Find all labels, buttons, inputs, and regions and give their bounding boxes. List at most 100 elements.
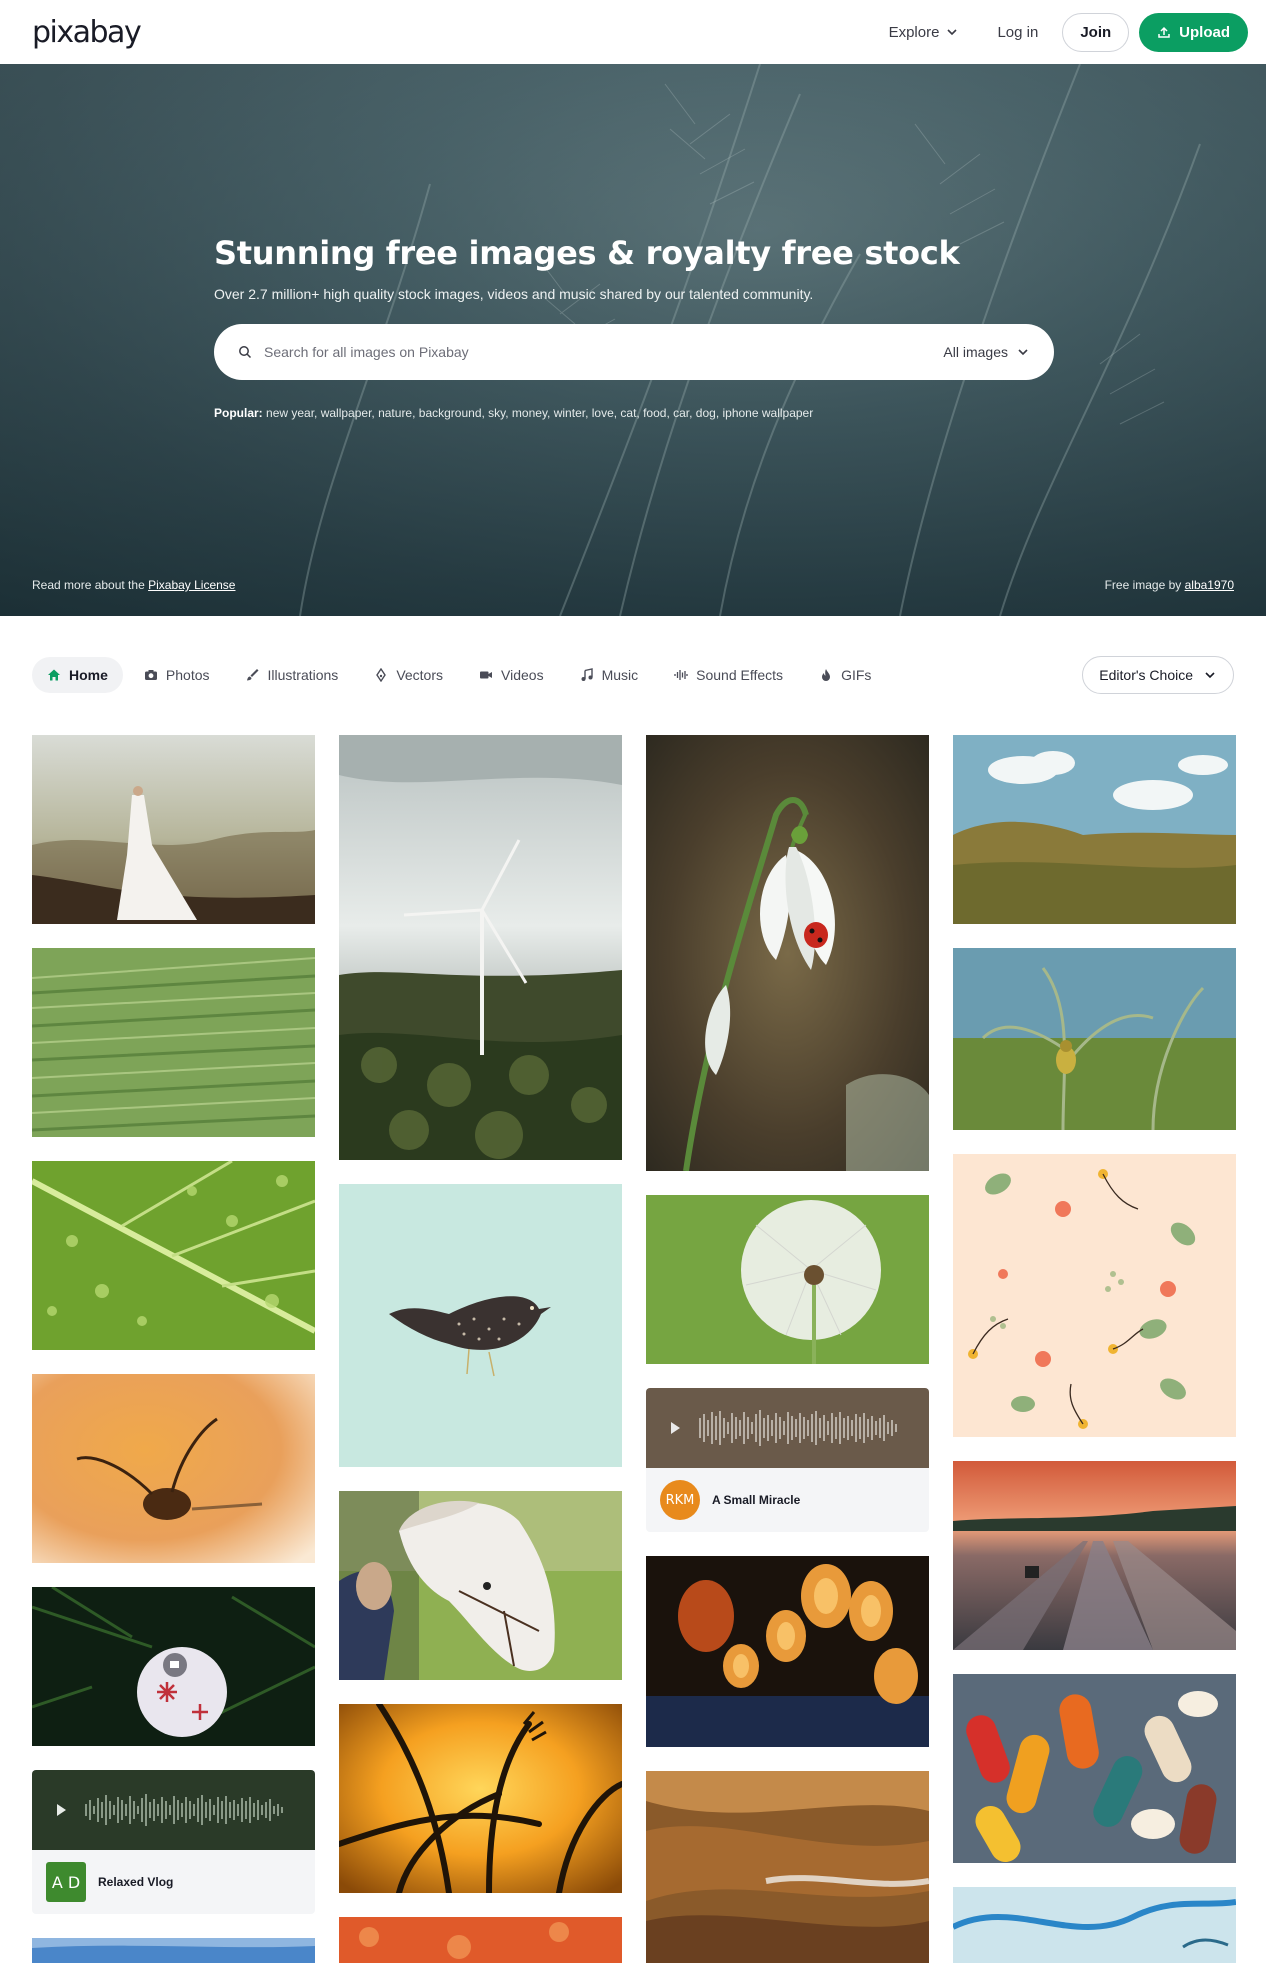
tab-vectors[interactable]: Vectors <box>359 657 458 693</box>
image-reed-silhouette[interactable] <box>339 1704 622 1893</box>
tab-music[interactable]: Music <box>565 657 654 693</box>
search-bar: All images <box>214 324 1054 380</box>
image-leaf-droplets[interactable] <box>32 1161 315 1350</box>
snowdrop-photo <box>646 735 929 1171</box>
highway-photo <box>953 1461 1236 1650</box>
upload-button[interactable]: Upload <box>1139 12 1248 52</box>
waveform-graphic <box>699 1410 897 1446</box>
audio-info: RKM A Small Miracle <box>646 1468 929 1532</box>
play-icon[interactable] <box>52 1801 70 1819</box>
image-beetle[interactable] <box>32 1374 315 1563</box>
pen-nib-icon <box>376 668 387 682</box>
image-highway-sunset[interactable] <box>953 1461 1236 1650</box>
lanterns-photo <box>646 1556 929 1747</box>
tab-videos[interactable]: Videos <box>464 657 559 693</box>
image-floral-pattern[interactable] <box>953 1154 1236 1437</box>
tab-gifs[interactable]: GIFs <box>804 657 886 693</box>
search-type-label: All images <box>943 344 1008 360</box>
tab-sound-effects[interactable]: Sound Effects <box>659 657 798 693</box>
chevron-down-icon <box>1018 349 1028 356</box>
image-dandelion[interactable] <box>646 1195 929 1364</box>
image-christmas-ornament[interactable] <box>32 1587 315 1746</box>
autumn-photo <box>339 1917 622 1963</box>
hero-content: Stunning free images & royalty free stoc… <box>214 234 1054 420</box>
ornament-photo <box>32 1587 315 1746</box>
pixabay-logo[interactable]: pixabay <box>32 15 142 50</box>
search-input[interactable] <box>264 344 944 360</box>
bride-photo <box>32 735 315 924</box>
hero-subtitle: Over 2.7 million+ high quality stock ima… <box>214 286 814 302</box>
join-button[interactable]: Join <box>1062 12 1130 52</box>
popular-searches: Popular: new year, wallpaper, nature, ba… <box>214 406 1054 420</box>
image-grassy-hill-sky[interactable] <box>953 735 1236 924</box>
tab-label: Vectors <box>396 667 444 683</box>
image-wind-turbine[interactable] <box>339 735 622 1160</box>
bird-illustration <box>339 1184 622 1467</box>
hero-title: Stunning free images & royalty free stoc… <box>214 234 960 272</box>
image-bird-illustration[interactable] <box>339 1184 622 1467</box>
top-navigation-bar: pixabay Explore Log in Join Upload <box>0 0 1280 64</box>
image-bride-in-mountains[interactable] <box>32 735 315 924</box>
image-blue-wave-illustration[interactable] <box>953 1887 1236 1963</box>
audio-thumbnail: RKM <box>660 1480 700 1520</box>
beetle-photo <box>32 1374 315 1563</box>
audio-title[interactable]: A Small Miracle <box>712 1493 800 1507</box>
sort-label: Editor's Choice <box>1099 667 1193 683</box>
license-note: Read more about the Pixabay License <box>32 578 235 592</box>
chevron-down-icon <box>947 29 958 36</box>
video-camera-icon <box>480 671 493 679</box>
explore-menu[interactable]: Explore <box>875 16 974 49</box>
audio-title[interactable]: Relaxed Vlog <box>98 1875 173 1889</box>
brush-icon <box>246 669 258 681</box>
sort-dropdown[interactable]: Editor's Choice <box>1082 656 1234 694</box>
upload-icon <box>1158 26 1170 38</box>
credit-user-link[interactable]: alba1970 <box>1185 578 1234 592</box>
audio-info: A D Relaxed Vlog <box>32 1850 315 1914</box>
image-pills[interactable] <box>953 1674 1236 1863</box>
image-autumn-partial[interactable] <box>339 1917 622 1963</box>
category-tabs: Home Photos Illustrations Vectors Videos… <box>32 655 1234 695</box>
audio-card-relaxed-vlog[interactable]: A D Relaxed Vlog <box>32 1770 315 1914</box>
license-prefix: Read more about the <box>32 578 145 592</box>
image-snowdrop-ladybug[interactable] <box>646 735 929 1171</box>
floral-pattern-illustration <box>953 1154 1236 1437</box>
chevron-down-icon <box>1205 672 1215 679</box>
image-bird-on-grass[interactable] <box>953 948 1236 1130</box>
tab-home[interactable]: Home <box>32 657 123 693</box>
tab-label: Photos <box>165 667 210 683</box>
camera-icon <box>144 670 157 680</box>
image-white-horse[interactable] <box>339 1491 622 1680</box>
flame-icon <box>822 669 831 681</box>
image-lanterns[interactable] <box>646 1556 929 1747</box>
wind-turbine-photo <box>339 735 622 1160</box>
wheat-photo <box>32 948 315 1137</box>
hero-banner: Stunning free images & royalty free stoc… <box>0 64 1266 616</box>
credit-prefix: Free image by <box>1104 578 1182 592</box>
tab-photos[interactable]: Photos <box>129 657 225 693</box>
reed-silhouette-photo <box>339 1704 622 1893</box>
tab-label: GIFs <box>841 667 872 683</box>
audio-waveform <box>646 1388 929 1468</box>
tab-label: Home <box>69 667 108 683</box>
music-note-icon <box>581 668 593 681</box>
image-hills-landscape[interactable] <box>646 1771 929 1963</box>
login-link[interactable]: Log in <box>983 16 1052 49</box>
horse-photo <box>339 1491 622 1680</box>
image-sky-partial[interactable] <box>32 1938 315 1963</box>
image-green-wheat[interactable] <box>32 948 315 1137</box>
home-icon <box>48 669 60 681</box>
tab-label: Illustrations <box>267 667 339 683</box>
popular-label: Popular: <box>214 406 263 420</box>
soundwave-icon <box>674 670 688 680</box>
hills-photo <box>646 1771 929 1963</box>
audio-card-a-small-miracle[interactable]: RKM A Small Miracle <box>646 1388 929 1532</box>
play-icon[interactable] <box>666 1419 684 1437</box>
explore-label: Explore <box>888 23 940 41</box>
header-actions: Explore Log in Join Upload <box>875 12 1248 52</box>
license-link[interactable]: Pixabay License <box>148 578 235 592</box>
popular-terms[interactable]: new year, wallpaper, nature, background,… <box>266 406 813 420</box>
tab-illustrations[interactable]: Illustrations <box>231 657 354 693</box>
sky-photo <box>32 1938 315 1963</box>
search-type-dropdown[interactable]: All images <box>943 344 1030 360</box>
search-icon[interactable] <box>238 345 252 359</box>
